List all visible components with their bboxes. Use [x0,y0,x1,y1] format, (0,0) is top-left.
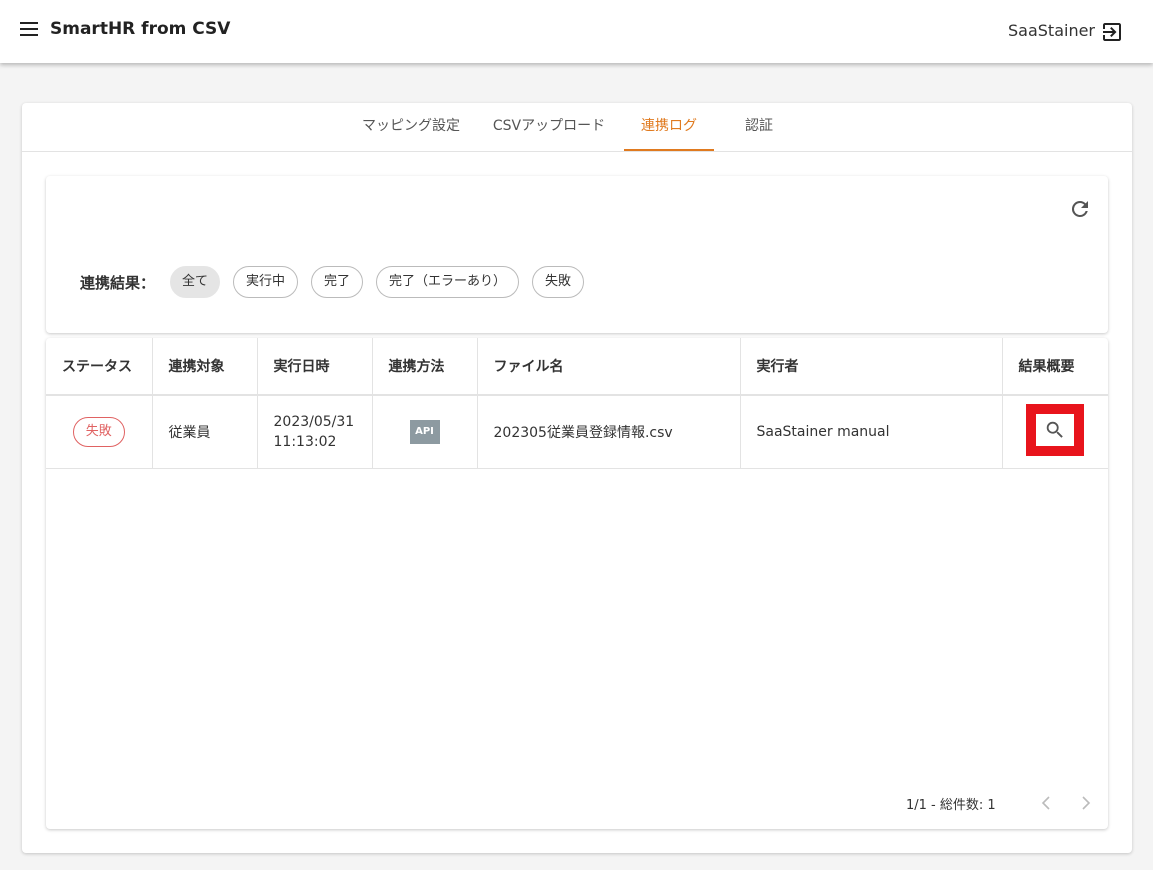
search-icon [1047,421,1064,438]
datetime-cell: 2023/05/31 11:13:02 [257,395,373,469]
user-name: SaaStainer [1008,21,1096,40]
prev-page-icon[interactable] [1038,794,1054,812]
api-badge: API [409,419,440,444]
column-header-executor: 実行者 [740,338,1003,396]
tab-authentication[interactable]: 認証 [734,103,784,151]
method-cell: API [372,395,478,469]
column-header-datetime: 実行日時 [257,338,373,396]
summary-cell [1002,395,1108,469]
filename-cell: 202305従業員登録情報.csv [477,395,741,469]
target-cell: 従業員 [152,395,258,469]
log-table: ステータス 連携対象 実行日時 連携方法 ファイル名 実行者 結果概要 失敗 従… [46,338,1108,469]
column-header-status: ステータス [46,338,153,396]
status-badge: 失敗 [72,416,125,447]
filter-chip-running[interactable]: 実行中 [233,266,298,298]
column-header-method: 連携方法 [372,338,478,396]
tab-bar: マッピング設定 CSVアップロード 連携ログ 認証 [22,103,1132,152]
executor-cell: SaaStainer manual [740,395,1003,469]
filter-chip-completed[interactable]: 完了 [311,266,363,298]
filter-card: 連携結果： 全て 実行中 完了 完了（エラーあり） 失敗 [46,176,1108,333]
pagination-info: 1/1 - 総件数: 1 [906,798,996,813]
status-cell: 失敗 [46,395,153,469]
column-header-target: 連携対象 [152,338,258,396]
result-summary-button[interactable] [1026,403,1085,456]
time-text: 11:13:02 [273,433,337,450]
column-header-summary: 結果概要 [1002,338,1108,396]
next-page-icon[interactable] [1078,794,1094,812]
date-text: 2023/05/31 [273,413,355,430]
column-header-filename: ファイル名 [477,338,741,396]
filter-label: 連携結果： [80,274,156,292]
app-bar: SmartHR from CSV SaaStainer [0,0,1153,63]
table-row: 失敗 従業員 2023/05/31 11:13:02 API 202305従業員… [46,395,1108,469]
filter-chip-completed-with-errors[interactable]: 完了（エラーあり） [376,266,519,298]
tab-mapping-settings[interactable]: マッピング設定 [356,103,466,151]
app-title: SmartHR from CSV [50,19,231,39]
filter-chip-all[interactable]: 全て [170,266,220,298]
log-table-card: ステータス 連携対象 実行日時 連携方法 ファイル名 実行者 結果概要 失敗 従… [46,338,1108,829]
tab-integration-log[interactable]: 連携ログ [624,103,714,151]
filter-chip-failed[interactable]: 失敗 [532,266,584,298]
refresh-icon[interactable] [1068,197,1092,221]
menu-icon[interactable] [20,22,40,40]
search-button-surface[interactable] [1036,413,1075,446]
logout-icon[interactable] [1100,20,1124,44]
main-card: マッピング設定 CSVアップロード 連携ログ 認証 連携結果： 全て 実行中 完… [22,103,1132,853]
table-header-row: ステータス 連携対象 実行日時 連携方法 ファイル名 実行者 結果概要 [46,338,1108,396]
tab-csv-upload[interactable]: CSVアップロード [484,103,614,151]
